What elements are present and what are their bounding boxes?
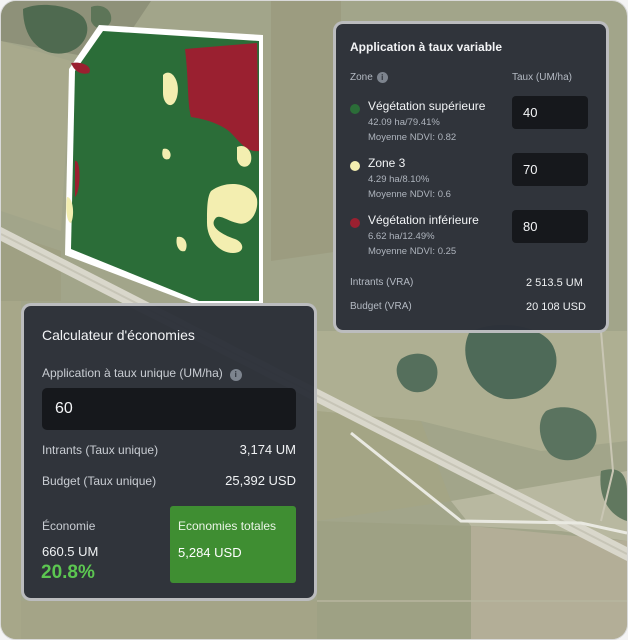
single-rate-label-text: Application à taux unique (UM/ha) <box>42 366 223 380</box>
vra-budget-label: Budget (VRA) <box>350 301 412 312</box>
zone-ndvi: Moyenne NDVI: 0.6 <box>368 189 451 200</box>
zone-row-lower-vegetation: Végétation inférieure 6.62 ha/12.49% Moy… <box>350 210 595 265</box>
variable-rate-panel: Application à taux variable Zone i Taux (… <box>333 21 609 333</box>
vra-budget-value: 20 108 USD <box>526 301 586 313</box>
single-inputs-value: 3,174 UM <box>239 442 296 457</box>
single-budget-row: Budget (Taux unique) 25,392 USD <box>42 473 296 488</box>
vra-table-header: Zone i Taux (UM/ha) <box>350 72 588 83</box>
zone-area: 6.62 ha/12.49% <box>368 231 435 242</box>
single-rate-label: Application à taux unique (UM/ha) i <box>42 366 242 381</box>
total-savings-value: 5,284 USD <box>178 545 242 560</box>
zone-rate-input[interactable]: 80 <box>512 210 588 243</box>
single-rate-input[interactable]: 60 <box>42 388 296 430</box>
zone-name: Végétation inférieure <box>368 213 479 227</box>
single-inputs-label: Intrants (Taux unique) <box>42 443 159 457</box>
economy-percent: 20.8% <box>41 562 95 583</box>
calculator-title: Calculateur d'économies <box>42 327 195 343</box>
vra-inputs-row: Intrants (VRA) 2 513.5 UM <box>350 277 592 289</box>
zone-info-icon[interactable]: i <box>376 72 388 83</box>
economy-amount: 660.5 UM <box>42 544 99 559</box>
vra-title: Application à taux variable <box>350 40 503 54</box>
zone-rate-input[interactable]: 70 <box>512 153 588 186</box>
vra-inputs-value: 2 513.5 UM <box>526 277 583 289</box>
zone-color-dot <box>350 104 360 114</box>
zone-color-dot <box>350 161 360 171</box>
rate-header: Taux (UM/ha) <box>512 72 573 83</box>
zone-rate-input[interactable]: 40 <box>512 96 588 129</box>
zone-color-dot <box>350 218 360 228</box>
total-savings-box: Economies totales 5,284 USD <box>170 506 296 583</box>
zone-name: Végétation supérieure <box>368 99 486 113</box>
vra-inputs-label: Intrants (VRA) <box>350 277 414 288</box>
zone-ndvi: Moyenne NDVI: 0.25 <box>368 246 457 257</box>
total-savings-label: Economies totales <box>178 519 277 533</box>
single-budget-label: Budget (Taux unique) <box>42 474 157 488</box>
economy-label: Économie <box>42 519 96 533</box>
single-rate-info-icon[interactable]: i <box>229 369 242 381</box>
zone-ndvi: Moyenne NDVI: 0.82 <box>368 132 457 143</box>
zone-name: Zone 3 <box>368 156 406 170</box>
zone-area: 42.09 ha/79.41% <box>368 117 440 128</box>
zone-row-zone-3: Zone 3 4.29 ha/8.10% Moyenne NDVI: 0.6 7… <box>350 153 595 208</box>
savings-calculator-panel: Calculateur d'économies Application à ta… <box>21 303 317 601</box>
zone-row-upper-vegetation: Végétation supérieure 42.09 ha/79.41% Mo… <box>350 96 595 151</box>
zone-header: Zone <box>350 72 373 83</box>
app-frame: Application à taux variable Zone i Taux (… <box>0 0 628 640</box>
zone-area: 4.29 ha/8.10% <box>368 174 430 185</box>
single-budget-value: 25,392 USD <box>225 473 296 488</box>
vra-budget-row: Budget (VRA) 20 108 USD <box>350 301 592 313</box>
single-inputs-row: Intrants (Taux unique) 3,174 UM <box>42 442 296 457</box>
